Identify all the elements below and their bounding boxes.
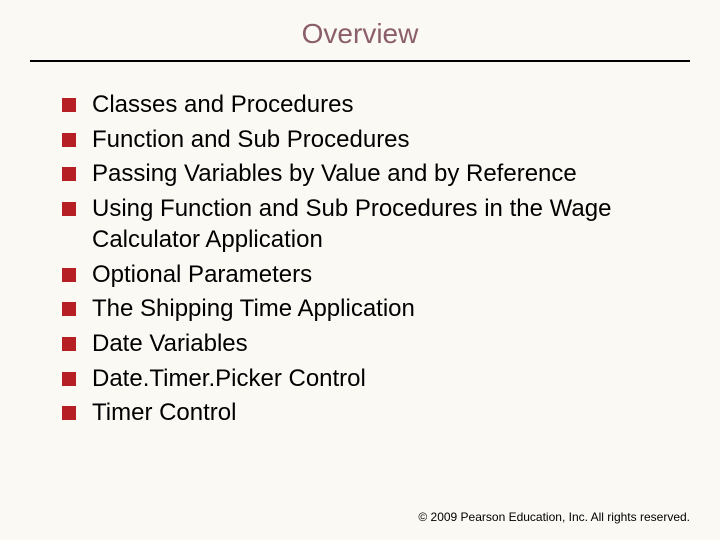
list-item-text: Optional Parameters <box>92 260 312 291</box>
list-item-text: Timer Control <box>92 398 236 429</box>
square-bullet-icon <box>62 133 76 147</box>
list-item-text: Date.Timer.Picker Control <box>92 364 366 395</box>
square-bullet-icon <box>62 202 76 216</box>
list-item: Date.Timer.Picker Control <box>62 364 680 395</box>
list-item: Optional Parameters <box>62 260 680 291</box>
square-bullet-icon <box>62 337 76 351</box>
slide: Overview Classes and Procedures Function… <box>0 0 720 540</box>
footer: © 2009 Pearson Education, Inc. All right… <box>418 510 690 524</box>
slide-title: Overview <box>0 18 720 50</box>
list-item-text: Using Function and Sub Procedures in the… <box>92 194 680 255</box>
title-area: Overview <box>0 0 720 50</box>
square-bullet-icon <box>62 98 76 112</box>
list-item: Date Variables <box>62 329 680 360</box>
list-item-text: The Shipping Time Application <box>92 294 415 325</box>
list-item: Function and Sub Procedures <box>62 125 680 156</box>
square-bullet-icon <box>62 302 76 316</box>
square-bullet-icon <box>62 372 76 386</box>
list-item: Passing Variables by Value and by Refere… <box>62 159 680 190</box>
footer-text: 2009 Pearson Education, Inc. All rights … <box>431 510 690 524</box>
list-item: Classes and Procedures <box>62 90 680 121</box>
list-item: Timer Control <box>62 398 680 429</box>
list-item-text: Passing Variables by Value and by Refere… <box>92 159 577 190</box>
square-bullet-icon <box>62 167 76 181</box>
bullet-list: Classes and Procedures Function and Sub … <box>0 62 720 429</box>
list-item-text: Classes and Procedures <box>92 90 353 121</box>
list-item: Using Function and Sub Procedures in the… <box>62 194 680 255</box>
square-bullet-icon <box>62 268 76 282</box>
square-bullet-icon <box>62 406 76 420</box>
copyright-icon: © <box>418 510 427 524</box>
list-item-text: Date Variables <box>92 329 248 360</box>
list-item: The Shipping Time Application <box>62 294 680 325</box>
list-item-text: Function and Sub Procedures <box>92 125 410 156</box>
